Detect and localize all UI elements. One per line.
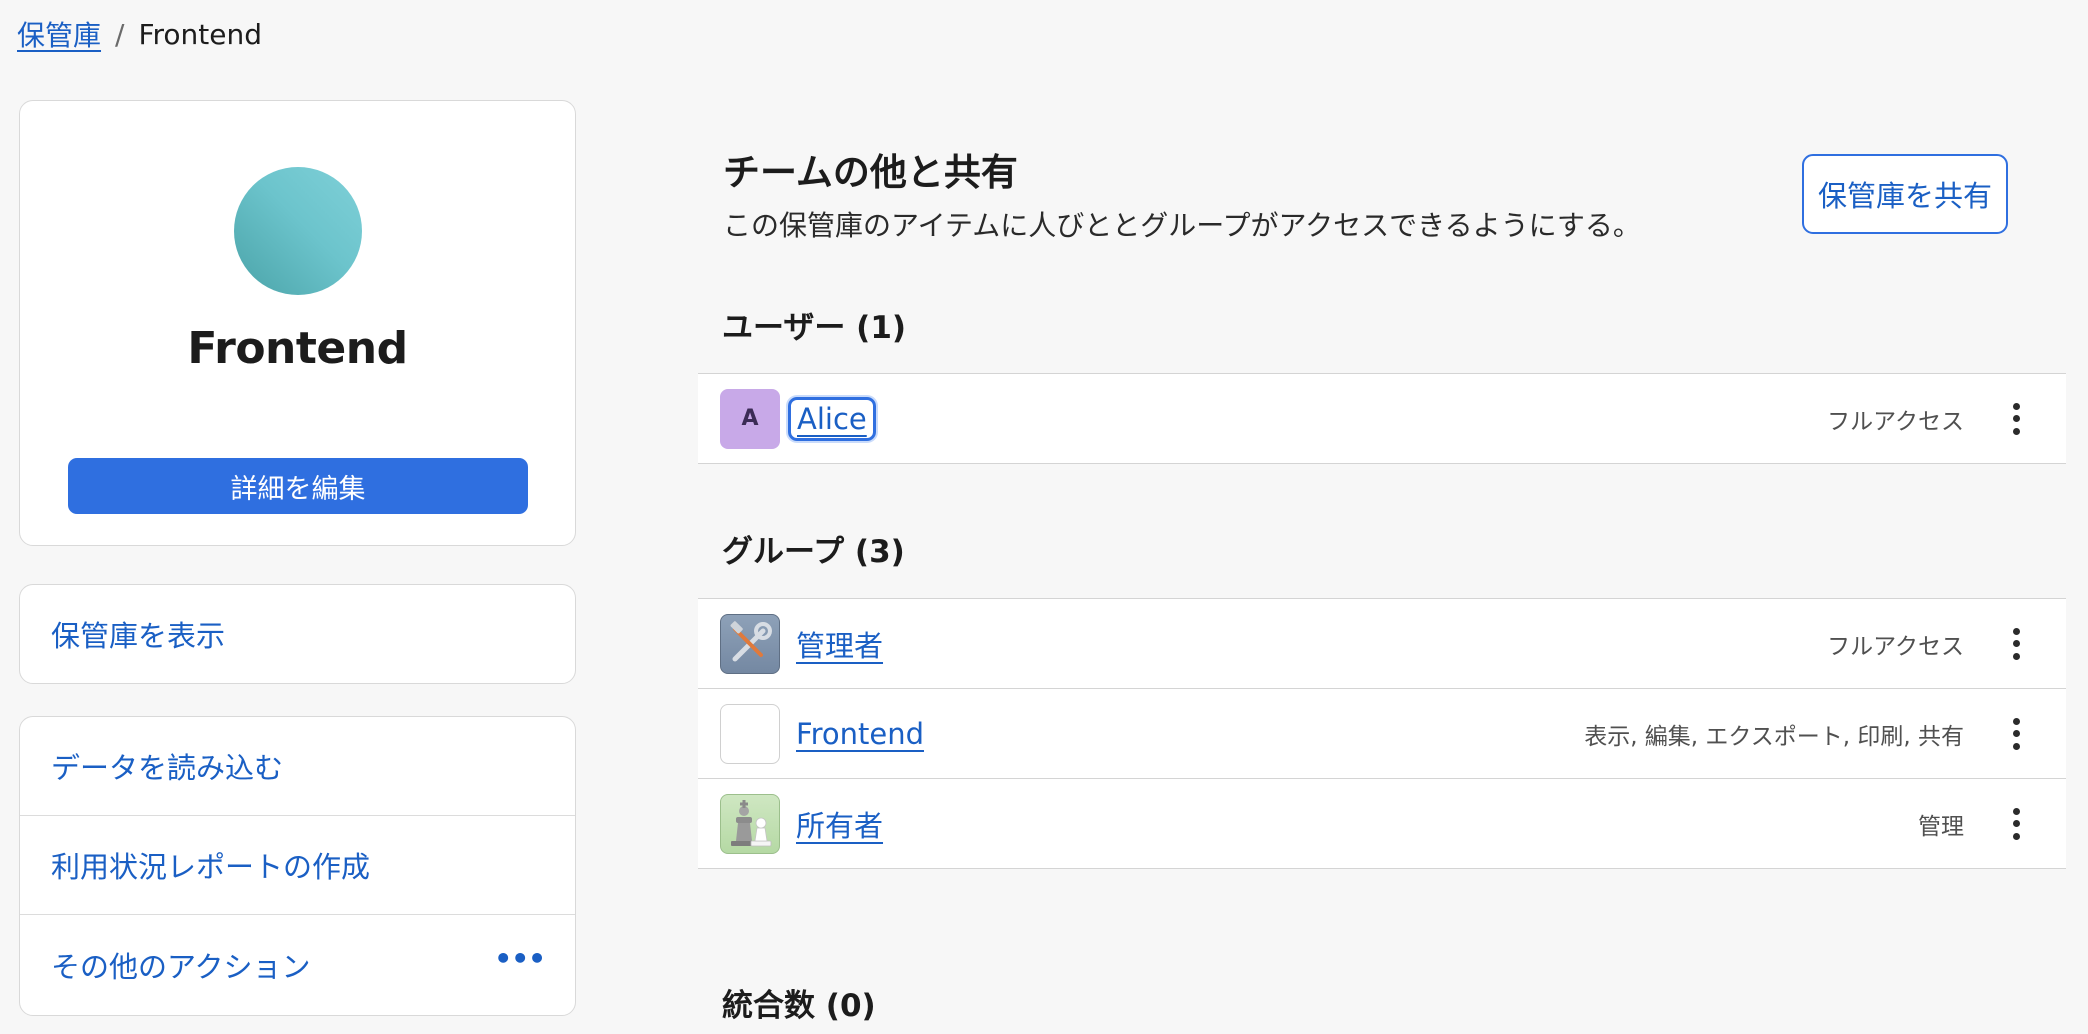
- users-heading: ユーザー (1): [722, 310, 907, 346]
- user-permission: フルアクセス: [1827, 408, 1964, 435]
- usage-report-link[interactable]: 利用状況レポートの作成: [20, 816, 575, 915]
- group-permission: 管理: [1918, 813, 1964, 840]
- import-data-label: データを読み込む: [51, 751, 284, 785]
- import-data-link[interactable]: データを読み込む: [20, 717, 575, 816]
- more-horizontal-icon[interactable]: •••: [494, 944, 546, 973]
- view-vault-link[interactable]: 保管庫を表示: [20, 585, 575, 683]
- group-permission: フルアクセス: [1827, 633, 1964, 660]
- integrations-heading: 統合数 (0): [722, 988, 876, 1024]
- group-permission: 表示, 編集, エクスポート, 印刷, 共有: [1584, 723, 1964, 750]
- usage-report-label: 利用状況レポートの作成: [51, 850, 371, 884]
- tools-icon: [720, 613, 780, 674]
- breadcrumb: 保管庫 / Frontend: [17, 14, 262, 54]
- more-vertical-icon[interactable]: [2004, 624, 2028, 664]
- more-vertical-icon[interactable]: [2004, 804, 2028, 844]
- groups-heading: グループ (3): [722, 534, 905, 570]
- breadcrumb-vaults-link[interactable]: 保管庫: [17, 14, 101, 54]
- vault-name: Frontend: [187, 323, 408, 374]
- view-vault-card: 保管庫を表示: [19, 584, 576, 684]
- breadcrumb-current: Frontend: [138, 17, 263, 51]
- chess-pieces-icon: [720, 793, 780, 854]
- breadcrumb-separator: /: [115, 17, 125, 51]
- group-row: 管理者 フルアクセス: [698, 599, 2066, 689]
- group-name-link[interactable]: 所有者: [796, 803, 883, 845]
- color-grid-icon: [720, 703, 780, 764]
- more-vertical-icon[interactable]: [2004, 714, 2028, 754]
- more-vertical-icon[interactable]: [2004, 399, 2028, 439]
- share-subtitle: この保管庫のアイテムに人びととグループがアクセスできるようにする。: [723, 209, 1641, 242]
- group-row: Frontend 表示, 編集, エクスポート, 印刷, 共有: [698, 689, 2066, 779]
- more-actions-label: その他のアクション: [51, 949, 311, 984]
- share-vault-button[interactable]: 保管庫を共有: [1802, 154, 2008, 234]
- share-title: チームの他と共有: [723, 151, 1018, 194]
- more-actions-link[interactable]: その他のアクション •••: [20, 915, 575, 1014]
- groups-list: 管理者 フルアクセス Frontend 表示, 編集, エクスポート, 印刷, …: [698, 598, 2066, 869]
- vault-profile-card: Frontend 詳細を編集: [19, 100, 576, 546]
- user-avatar: A: [720, 388, 780, 449]
- group-row: 所有者 管理: [698, 779, 2066, 869]
- vault-actions-card: データを読み込む 利用状況レポートの作成 その他のアクション •••: [19, 716, 576, 1016]
- edit-details-button[interactable]: 詳細を編集: [68, 458, 528, 514]
- vault-avatar: [234, 167, 362, 295]
- group-name-link[interactable]: 管理者: [796, 623, 883, 665]
- group-name-link[interactable]: Frontend: [796, 717, 924, 751]
- users-list: A Alice フルアクセス: [698, 373, 2066, 464]
- user-row: A Alice フルアクセス: [698, 374, 2066, 464]
- user-name-link[interactable]: Alice: [788, 396, 876, 441]
